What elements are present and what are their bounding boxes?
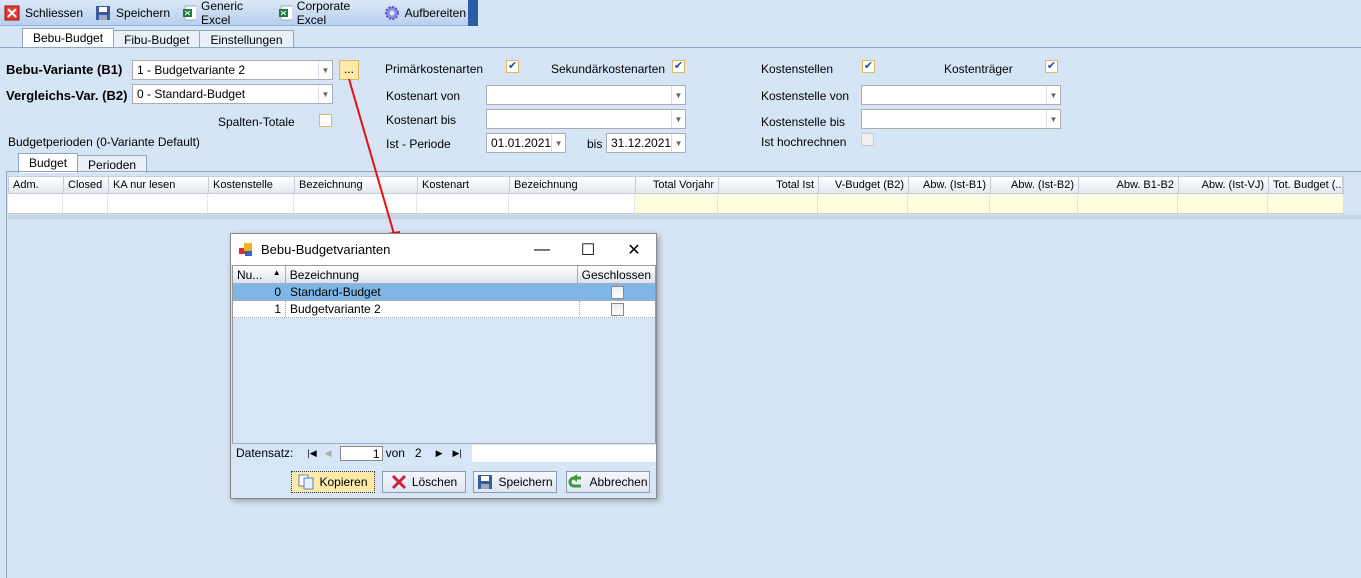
undo-icon [568,474,582,488]
speichern-label: Speichern [498,475,553,489]
row-bezeichnung: Budgetvariante 2 [286,301,580,317]
minimize-button[interactable]: — [519,234,565,265]
record-navigator: Datensatz: |◀ ◀ 1 von 2 ▶ ▶| [232,443,656,462]
maximize-button[interactable]: ☐ [565,234,611,265]
dialog-grid-header: Nu... ▲ Bezeichnung Geschlossen [233,266,655,284]
save-icon [478,475,493,489]
column-nr-label: Nu... [237,268,263,282]
abbrechen-label: Abbrechen [589,475,648,489]
von-label: von [385,446,405,460]
app-icon [239,242,252,256]
copy-icon [298,474,314,490]
sort-asc-icon: ▲ [272,268,281,277]
first-record-button[interactable]: |◀ [307,448,316,459]
row-nr: 1 [233,301,286,317]
close-dialog-button[interactable]: ✕ [611,234,657,265]
dialog-titlebar: Bebu-Budgetvarianten — ☐ ✕ [231,234,656,265]
list-item[interactable]: 0 Standard-Budget [233,284,655,301]
total-records: 2 [414,446,422,460]
geschlossen-checkbox[interactable] [611,285,624,299]
dialog-title: Bebu-Budgetvarianten [261,242,391,257]
column-nr[interactable]: Nu... ▲ [233,266,286,283]
loeschen-button[interactable]: Löschen [382,471,466,493]
abbrechen-button[interactable]: Abbrechen [566,471,650,493]
next-record-button[interactable]: ▶ [436,448,443,459]
column-bezeichnung[interactable]: Bezeichnung [286,266,578,283]
loeschen-label: Löschen [411,475,458,489]
delete-icon [391,474,406,490]
current-record-input[interactable]: 1 [339,445,383,461]
row-bezeichnung: Standard-Budget [286,284,580,300]
last-record-button[interactable]: ▶| [453,448,462,459]
kopieren-label: Kopieren [319,475,368,489]
column-geschlossen[interactable]: Geschlossen [578,266,655,283]
budgetvarianten-dialog: Bebu-Budgetvarianten — ☐ ✕ Nu... ▲ Bezeic… [230,233,657,499]
row-nr: 0 [233,284,286,300]
annotation-arrow [348,78,400,248]
navigator-label: Datensatz: [236,446,294,460]
list-item[interactable]: 1 Budgetvariante 2 [233,301,655,318]
speichern-button[interactable]: Speichern [473,471,557,493]
geschlossen-checkbox[interactable] [611,302,624,316]
kopieren-button[interactable]: Kopieren [291,471,375,493]
prev-record-button[interactable]: ◀ [325,448,332,459]
